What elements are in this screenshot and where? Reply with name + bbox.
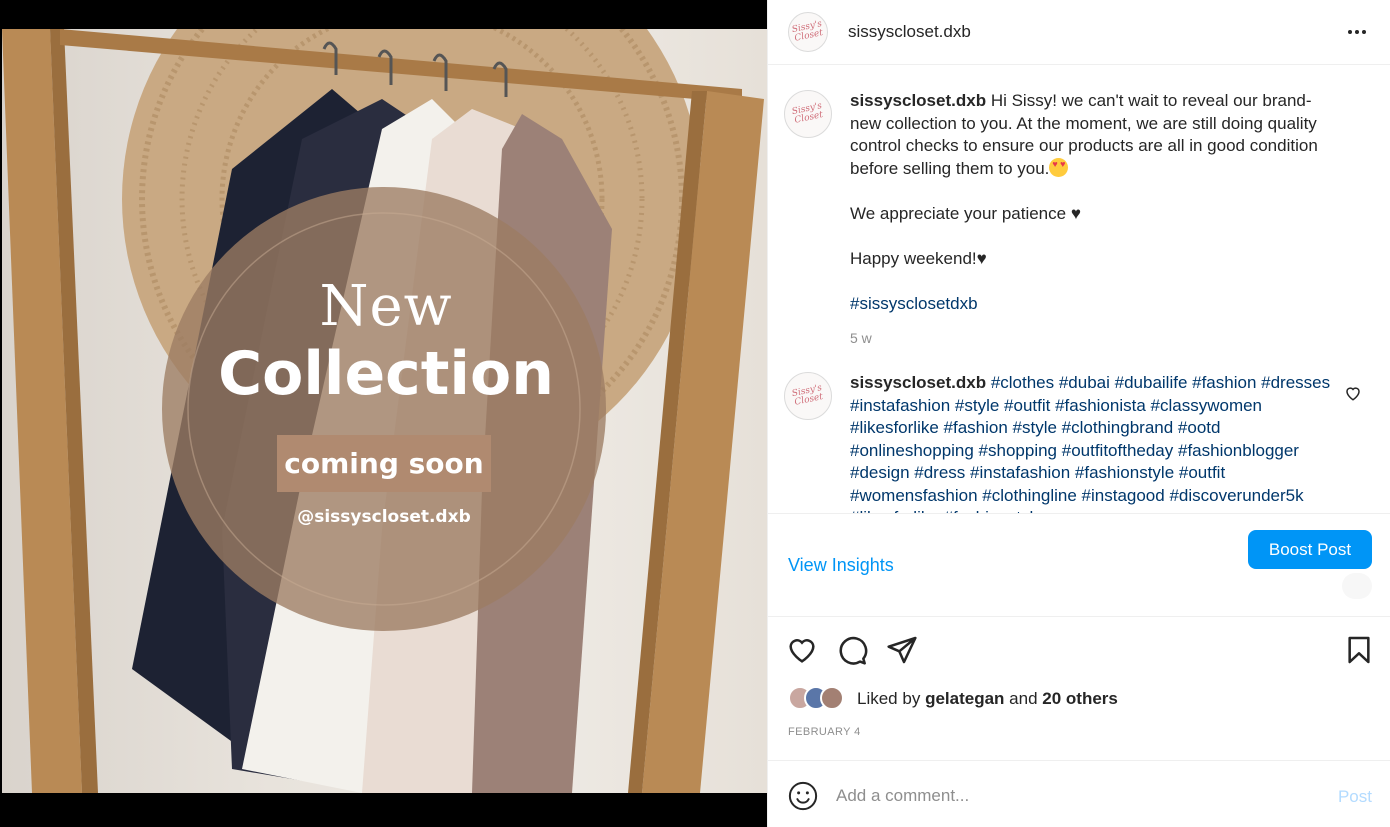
comment-hashtags[interactable]: #clothes #dubai #dubailife #fashion #dre… bbox=[850, 373, 1330, 513]
liked-by-and: and bbox=[1009, 689, 1038, 708]
avatar[interactable]: Sissy's Closet bbox=[784, 90, 832, 138]
caption-text-weekend: Happy weekend!♥︎ bbox=[850, 248, 987, 268]
boost-post-button[interactable]: Boost Post bbox=[1248, 530, 1372, 569]
chat-bubble-shape bbox=[1342, 573, 1372, 599]
save-bookmark-icon[interactable] bbox=[1343, 634, 1375, 666]
likes-summary[interactable]: Liked by gelategan and 20 others bbox=[857, 689, 1118, 709]
avatar[interactable]: Sissy's Closet bbox=[784, 372, 832, 420]
avatar-logo-text: Sissy's Closet bbox=[791, 101, 824, 126]
avatar[interactable]: Sissy's Closet bbox=[788, 12, 828, 52]
post-date[interactable]: FEBRUARY 4 bbox=[788, 726, 861, 738]
post-sidebar: Sissy's Closet sissyscloset.dxb Sissy's … bbox=[767, 0, 1390, 827]
clothing-rack-illustration bbox=[2, 29, 764, 793]
comments-list[interactable]: Sissy's Closet sissyscloset.dxb Hi Sissy… bbox=[768, 66, 1390, 514]
post-photo: New Collection coming soon @sissyscloset… bbox=[2, 29, 767, 793]
view-insights-link[interactable]: View Insights bbox=[788, 555, 894, 576]
liked-by-label: Liked by bbox=[857, 689, 921, 708]
post-comment-button[interactable]: Post bbox=[1338, 787, 1372, 807]
overlay-circle bbox=[162, 187, 606, 631]
like-heart-icon[interactable] bbox=[786, 634, 818, 666]
header-username[interactable]: sissyscloset.dxb bbox=[848, 22, 971, 42]
insights-bar: View Insights Boost Post bbox=[768, 515, 1390, 617]
avatar-logo-text: Sissy's Closet bbox=[791, 19, 824, 44]
comment-bubble-icon[interactable] bbox=[836, 634, 868, 666]
comment-like-heart-icon[interactable] bbox=[1344, 384, 1362, 402]
comment-input[interactable] bbox=[836, 783, 1306, 809]
liked-by-user[interactable]: gelategan bbox=[925, 689, 1004, 708]
post-actions: Liked by gelategan and 20 others FEBRUAR… bbox=[768, 618, 1390, 760]
caption-username[interactable]: sissyscloset.dxb bbox=[850, 91, 986, 110]
share-send-icon[interactable] bbox=[886, 634, 918, 666]
liker-avatar bbox=[820, 686, 844, 710]
liker-avatars[interactable] bbox=[788, 686, 854, 712]
post-header: Sissy's Closet sissyscloset.dxb bbox=[768, 0, 1390, 65]
heart-eyes-emoji-icon bbox=[1049, 157, 1069, 177]
post-media[interactable]: New Collection coming soon @sissyscloset… bbox=[0, 0, 767, 827]
liked-by-others[interactable]: 20 others bbox=[1042, 689, 1118, 708]
caption-text-appreciate: We appreciate your patience ♥︎ bbox=[850, 203, 1081, 223]
avatar-logo-text: Sissy's Closet bbox=[791, 383, 824, 408]
caption-hashtag[interactable]: #sissysclosetdxb bbox=[850, 293, 1340, 316]
caption-timestamp[interactable]: 5 w bbox=[850, 327, 1340, 350]
more-options-icon[interactable] bbox=[1343, 20, 1371, 44]
emoji-picker-icon[interactable] bbox=[788, 781, 818, 811]
add-comment-bar: Post bbox=[768, 760, 1390, 827]
comment-username[interactable]: sissyscloset.dxb bbox=[850, 373, 986, 392]
